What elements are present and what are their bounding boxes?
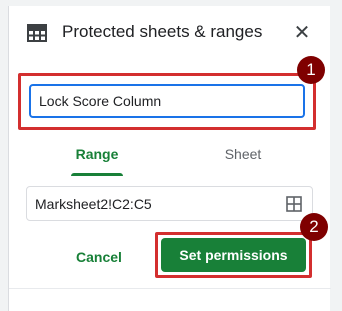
range-field[interactable]: Marksheet2!C2:C5 — [26, 186, 313, 221]
range-description-input[interactable] — [29, 84, 305, 118]
select-range-icon[interactable] — [286, 196, 302, 212]
tab-range[interactable]: Range — [49, 136, 145, 176]
protected-ranges-panel: Protected sheets & ranges ✕ Range Sheet … — [8, 6, 331, 311]
close-icon[interactable]: ✕ — [291, 22, 313, 44]
panel-header: Protected sheets & ranges ✕ — [9, 6, 331, 64]
set-permissions-button[interactable]: Set permissions — [161, 238, 306, 272]
name-input-highlight — [18, 73, 316, 130]
cancel-button[interactable]: Cancel — [59, 239, 139, 275]
divider — [9, 288, 331, 289]
set-permissions-highlight: Set permissions — [155, 232, 312, 278]
range-value[interactable]: Marksheet2!C2:C5 — [35, 187, 152, 221]
protect-type-tabs: Range Sheet — [9, 136, 331, 176]
step-badge-1: 1 — [297, 56, 325, 84]
tab-sheet[interactable]: Sheet — [195, 136, 291, 176]
panel-title: Protected sheets & ranges — [62, 22, 263, 41]
step-badge-2: 2 — [300, 213, 328, 241]
sheet-grid-icon — [27, 24, 47, 42]
